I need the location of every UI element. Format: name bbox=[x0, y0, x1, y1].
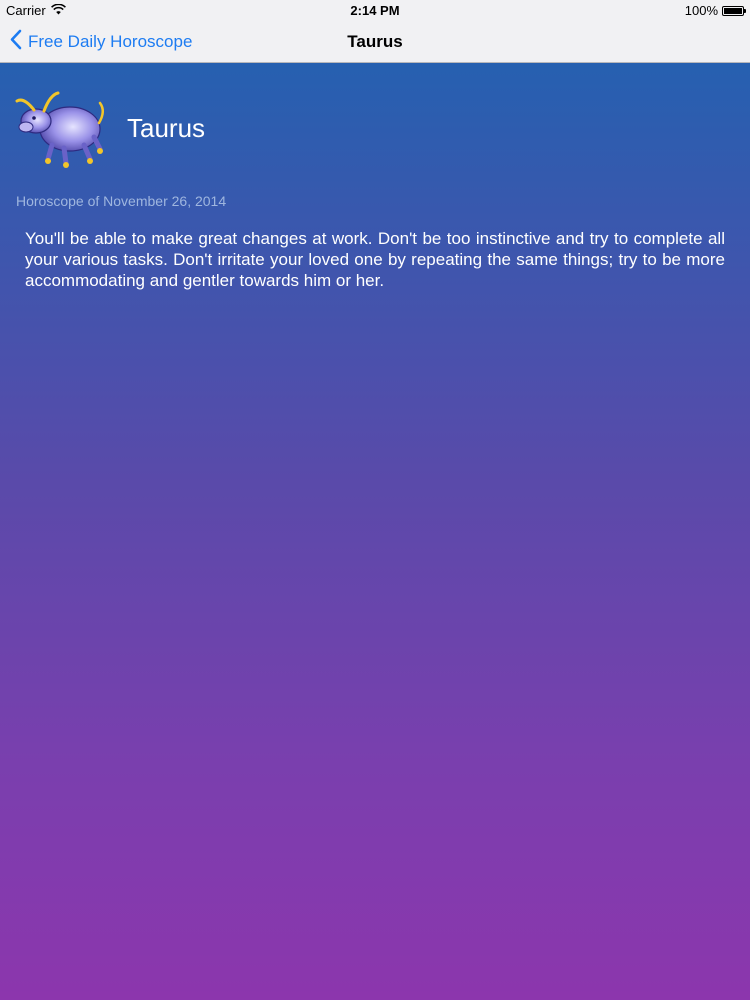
horoscope-screen: Carrier 2:14 PM 100% Free Daily Horoscop… bbox=[0, 0, 750, 1000]
status-right: 100% bbox=[684, 3, 746, 18]
back-button[interactable]: Free Daily Horoscope bbox=[10, 29, 192, 55]
battery-fill bbox=[724, 7, 742, 14]
battery-percent: 100% bbox=[684, 3, 718, 18]
battery-icon bbox=[722, 5, 746, 16]
navigation-bar: Free Daily Horoscope Taurus bbox=[0, 22, 750, 63]
horoscope-text: You'll be able to make great changes at … bbox=[25, 229, 725, 290]
sign-name: Taurus bbox=[127, 113, 206, 143]
back-button-label: Free Daily Horoscope bbox=[28, 32, 193, 51]
horoscope-content: Taurus Horoscope of November 26, 2014 Yo… bbox=[0, 63, 750, 1000]
status-bar: Carrier 2:14 PM 100% bbox=[0, 0, 750, 22]
taurus-bull-icon bbox=[14, 85, 108, 169]
chevron-left-icon bbox=[10, 29, 22, 55]
horoscope-date: Horoscope of November 26, 2014 bbox=[16, 193, 227, 209]
status-time: 2:14 PM bbox=[350, 3, 400, 18]
